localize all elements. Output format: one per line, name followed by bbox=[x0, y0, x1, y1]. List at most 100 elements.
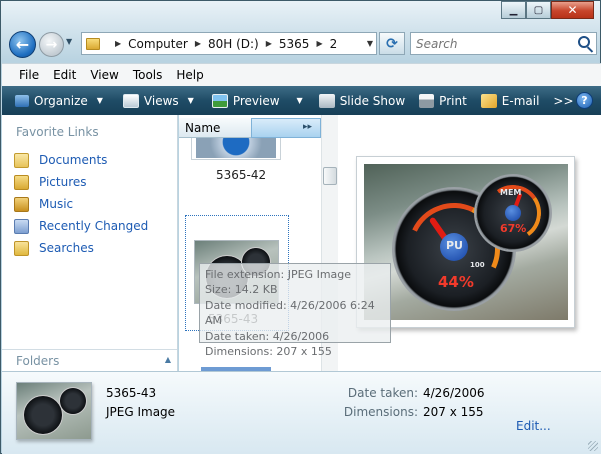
preview-image: PU 100 44% MEM 67% bbox=[364, 164, 568, 320]
folders-toggle[interactable]: Folders ▲ bbox=[2, 349, 177, 371]
file-name-5365-42[interactable]: 5365-42 bbox=[216, 168, 266, 182]
email-icon bbox=[480, 93, 497, 108]
views-button[interactable]: Views ▼ bbox=[116, 93, 201, 108]
command-bar: Organize ▼ Views ▼ Preview ▼ Slide Show … bbox=[2, 86, 601, 115]
organize-button[interactable]: Organize ▼ bbox=[8, 94, 110, 108]
file-info-tooltip: File extension: JPEG Image Size: 14.2 KB… bbox=[199, 263, 391, 358]
menu-view[interactable]: View bbox=[83, 68, 125, 82]
tooltip-date-modified: Date modified: 4/26/2006 6:24 AM bbox=[205, 298, 375, 328]
tooltip-file-extension: File extension: JPEG Image bbox=[205, 268, 352, 281]
address-dropdown-icon[interactable]: ▼ bbox=[367, 39, 373, 48]
favorite-links-list: Documents Pictures Music Recently Change… bbox=[14, 149, 148, 259]
breadcrumb-separator[interactable]: ▶ bbox=[316, 39, 322, 48]
menu-edit[interactable]: Edit bbox=[46, 68, 83, 82]
chevron-down-icon: ▼ bbox=[296, 96, 303, 105]
sidebar-item-label: Music bbox=[39, 197, 74, 211]
chevron-down-icon: ▼ bbox=[96, 96, 103, 105]
organize-label: Organize bbox=[34, 93, 88, 108]
search-input[interactable] bbox=[416, 36, 566, 51]
details-thumbnail bbox=[16, 382, 92, 440]
menu-bar: File Edit View Tools Help bbox=[2, 63, 601, 86]
maximize-button[interactable]: ▢ bbox=[526, 1, 551, 19]
date-taken-label: Date taken: bbox=[347, 386, 418, 400]
date-taken-value[interactable]: 4/26/2006 bbox=[423, 386, 485, 400]
back-arrow-icon: ← bbox=[15, 35, 30, 54]
minimize-button[interactable]: ▁ bbox=[501, 1, 526, 19]
details-pane: 5365-43 JPEG Image Date taken: 4/26/2006… bbox=[2, 371, 601, 454]
resize-grip[interactable] bbox=[588, 441, 598, 451]
slideshow-button[interactable]: Slide Show bbox=[312, 93, 412, 108]
printer-icon bbox=[419, 93, 435, 108]
scrollbar-thumb[interactable] bbox=[323, 167, 337, 185]
cpu-scale-label: 100 bbox=[470, 261, 485, 269]
cpu-gauge-label: PU bbox=[446, 239, 463, 252]
print-button[interactable]: Print bbox=[412, 93, 474, 108]
tooltip-dimensions: Dimensions: 207 x 155 bbox=[205, 345, 332, 359]
close-button[interactable]: ✕ bbox=[551, 1, 594, 19]
sidebar-item-label: Pictures bbox=[39, 175, 87, 189]
help-icon[interactable]: ? bbox=[576, 92, 593, 109]
chevron-up-icon: ▲ bbox=[164, 355, 171, 364]
sidebar-item-searches[interactable]: Searches bbox=[14, 237, 148, 259]
more-commands-label: >> bbox=[553, 93, 574, 108]
refresh-button[interactable]: ⟳ bbox=[379, 32, 405, 55]
sidebar-item-label: Documents bbox=[39, 153, 108, 167]
sidebar-item-music[interactable]: Music bbox=[14, 193, 148, 215]
gauge-thumbnail-icon bbox=[59, 387, 87, 415]
more-columns-chevron-icon[interactable]: ▸▸ bbox=[303, 122, 312, 132]
sidebar-item-recently-changed[interactable]: Recently Changed bbox=[14, 215, 148, 237]
details-file-name: 5365-43 bbox=[106, 386, 157, 400]
sidebar-item-label: Recently Changed bbox=[39, 219, 149, 233]
explorer-window: ▁ ▢ ✕ ← → ▼ ▶ Computer ▶ 80H (D:) ▶ 5365… bbox=[0, 0, 601, 454]
menu-file[interactable]: File bbox=[12, 68, 46, 82]
email-label: E-mail bbox=[501, 93, 540, 108]
edit-link[interactable]: Edit... bbox=[516, 419, 551, 433]
navigation-pane: Favorite Links Documents Pictures Music … bbox=[2, 115, 178, 371]
slideshow-label: Slide Show bbox=[339, 93, 406, 108]
address-bar[interactable]: ▶ Computer ▶ 80H (D:) ▶ 5365 ▶ 2 ▼ bbox=[81, 32, 377, 55]
folders-label: Folders bbox=[16, 353, 60, 368]
gauge-thumbnail-icon bbox=[23, 395, 63, 435]
email-button[interactable]: E-mail bbox=[474, 93, 547, 108]
chevron-down-icon: ▼ bbox=[187, 96, 194, 105]
preview-label: Preview bbox=[232, 93, 280, 108]
refresh-icon: ⟳ bbox=[386, 35, 398, 52]
documents-icon bbox=[14, 152, 29, 168]
thumbnail-image bbox=[196, 138, 276, 158]
menu-tools[interactable]: Tools bbox=[126, 68, 170, 82]
breadcrumb-drive[interactable]: 80H (D:) bbox=[208, 37, 259, 51]
preview-picture-icon bbox=[211, 93, 228, 108]
file-thumbnail-5365-42[interactable] bbox=[191, 138, 281, 160]
print-label: Print bbox=[439, 93, 467, 108]
dimensions-value: 207 x 155 bbox=[423, 405, 484, 419]
details-file-type: JPEG Image bbox=[106, 405, 176, 419]
tooltip-date-taken: Date taken: 4/26/2006 bbox=[205, 329, 330, 343]
back-button[interactable]: ← bbox=[9, 31, 36, 58]
recent-pages-dropdown[interactable]: ▼ bbox=[66, 37, 72, 46]
favorite-links-title: Favorite Links bbox=[16, 125, 99, 139]
forward-button[interactable]: → bbox=[39, 32, 64, 57]
breadcrumb-separator[interactable]: ▶ bbox=[195, 39, 201, 48]
preview-button[interactable]: Preview ▼ bbox=[205, 93, 310, 108]
search-box[interactable] bbox=[410, 32, 597, 55]
views-label: Views bbox=[143, 93, 179, 108]
breadcrumb-separator[interactable]: ▶ bbox=[266, 39, 272, 48]
searches-icon bbox=[14, 240, 29, 256]
tooltip-size: Size: 14.2 KB bbox=[205, 283, 278, 297]
breadcrumb-5365[interactable]: 5365 bbox=[279, 37, 310, 51]
mem-gauge: MEM 67% bbox=[476, 176, 550, 250]
dimensions-label: Dimensions: bbox=[343, 405, 418, 419]
mem-gauge-value: 67% bbox=[500, 222, 527, 235]
sidebar-item-pictures[interactable]: Pictures bbox=[14, 171, 148, 193]
forward-arrow-icon: → bbox=[45, 36, 58, 53]
column-header-label: Name bbox=[185, 120, 221, 135]
sidebar-item-documents[interactable]: Documents bbox=[14, 149, 148, 171]
breadcrumb-2[interactable]: 2 bbox=[330, 37, 338, 51]
slideshow-icon bbox=[318, 93, 335, 108]
breadcrumb-separator[interactable]: ▶ bbox=[115, 39, 121, 48]
search-icon[interactable] bbox=[578, 36, 590, 48]
cpu-gauge-value: 44% bbox=[438, 273, 474, 291]
music-icon bbox=[14, 196, 29, 212]
menu-help[interactable]: Help bbox=[169, 68, 210, 82]
breadcrumb-computer[interactable]: Computer bbox=[128, 37, 188, 51]
